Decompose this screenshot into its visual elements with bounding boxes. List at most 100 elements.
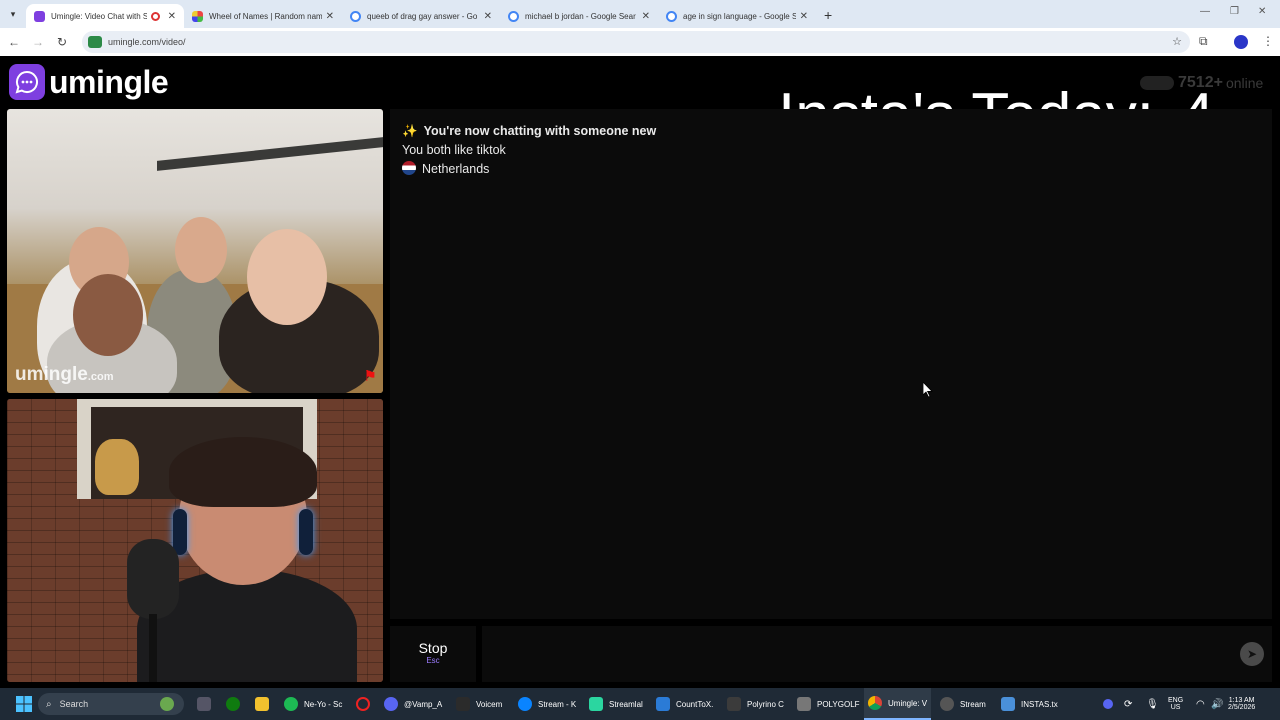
file-explorer-icon[interactable] bbox=[251, 688, 279, 720]
xbox-icon[interactable] bbox=[222, 688, 250, 720]
mouse-cursor-icon bbox=[923, 382, 933, 398]
pen-icon bbox=[727, 697, 741, 711]
volume-icon[interactable]: 🔊 bbox=[1211, 688, 1223, 720]
tab-title: Wheel of Names | Random nam bbox=[209, 11, 322, 21]
stop-label: Stop bbox=[418, 640, 448, 656]
url-text: umingle.com/video/ bbox=[108, 37, 186, 47]
taskbar-app-obs[interactable]: Stream bbox=[936, 688, 990, 720]
wifi-icon[interactable]: ◠ bbox=[1196, 688, 1205, 720]
app-label: Ne-Yo - Sc bbox=[304, 699, 343, 709]
taskbar-app-chrome[interactable]: Umingle: V bbox=[864, 688, 932, 720]
stranger-video: umingle.com ⚑ bbox=[7, 109, 383, 393]
report-flag-icon[interactable]: ⚑ bbox=[364, 367, 377, 385]
tab-google-search-1[interactable]: queeb of drag gay answer - Go ✕ bbox=[342, 4, 500, 28]
extensions-icon[interactable]: ⧉ bbox=[1199, 34, 1208, 49]
back-icon[interactable]: ← bbox=[2, 35, 26, 49]
app-label: Voicem bbox=[476, 699, 503, 709]
taskbar-app-edge[interactable]: Stream - K bbox=[514, 688, 580, 720]
chat-bubble-icon bbox=[15, 70, 38, 94]
site-logo-text[interactable]: umingle bbox=[49, 64, 169, 101]
menu-icon[interactable]: ⋮ bbox=[1262, 34, 1274, 48]
notepad-icon bbox=[1001, 697, 1015, 711]
profile-avatar[interactable] bbox=[1234, 35, 1248, 49]
stop-button[interactable]: Stop Esc bbox=[390, 626, 476, 682]
message-input[interactable]: ➤ bbox=[482, 626, 1272, 682]
chat-system-message: ✨ You're now chatting with someone new bbox=[402, 124, 656, 139]
close-tab-icon[interactable]: ✕ bbox=[642, 11, 650, 22]
window-close-icon[interactable]: ✕ bbox=[1258, 6, 1266, 17]
tab-title: queeb of drag gay answer - Go bbox=[367, 11, 478, 21]
headphone-right-icon bbox=[299, 509, 313, 555]
app-label: POLYGOLF bbox=[817, 699, 860, 709]
app-label: Streamlal bbox=[609, 699, 643, 709]
address-bar[interactable]: umingle.com/video/ ☆ bbox=[82, 31, 1190, 53]
new-tab-icon[interactable]: + bbox=[824, 7, 832, 23]
taskbar-app-vscode[interactable]: CountToX. bbox=[652, 688, 717, 720]
chat-country: Netherlands bbox=[402, 161, 489, 176]
reload-icon[interactable]: ↻ bbox=[50, 35, 74, 49]
clock-time: 1:13 AM bbox=[1228, 697, 1255, 704]
task-view-icon[interactable] bbox=[193, 688, 221, 720]
microphone-tray-icon[interactable]: 🎙 bbox=[1146, 688, 1159, 720]
tab-google-search-2[interactable]: michael b jordan - Google Sear ✕ bbox=[500, 4, 658, 28]
watermark-suffix: .com bbox=[87, 371, 114, 383]
tab-title: michael b jordan - Google Sear bbox=[525, 11, 636, 21]
message-text: Netherlands bbox=[422, 162, 490, 176]
send-icon[interactable]: ➤ bbox=[1240, 642, 1264, 666]
microphone bbox=[127, 539, 179, 619]
site-info-icon[interactable] bbox=[88, 36, 102, 48]
google-favicon-icon bbox=[350, 10, 361, 22]
wheel-favicon-icon bbox=[192, 10, 203, 22]
umingle-logo-icon[interactable] bbox=[9, 64, 45, 100]
app-label: Polyrino C bbox=[747, 699, 784, 709]
voicemod-icon bbox=[456, 697, 470, 711]
tab-wheel-of-names[interactable]: Wheel of Names | Random nam ✕ bbox=[184, 4, 342, 28]
app-label: Umingle: V bbox=[888, 698, 928, 708]
forward-icon[interactable]: → bbox=[26, 35, 50, 49]
clock[interactable]: 1:13 AM 2/5/2026 bbox=[1228, 688, 1255, 720]
tab-title: Umingle: Video Chat with S bbox=[51, 11, 147, 21]
opera-icon[interactable] bbox=[352, 688, 380, 720]
watermark-text: umingle bbox=[15, 364, 88, 385]
language-indicator[interactable]: ENG US bbox=[1168, 688, 1183, 720]
recording-icon bbox=[150, 11, 160, 21]
taskbar-app-voicemod[interactable]: Voicem bbox=[452, 688, 506, 720]
sync-tray-icon[interactable]: ⟳ bbox=[1124, 688, 1132, 720]
bookmark-star-icon[interactable]: ☆ bbox=[1172, 35, 1182, 48]
restore-icon[interactable]: ❐ bbox=[1230, 6, 1239, 17]
search-label: Search bbox=[59, 699, 89, 709]
spotify-icon bbox=[284, 697, 298, 711]
close-tab-icon[interactable]: ✕ bbox=[168, 11, 176, 22]
tab-search-icon[interactable]: ▾ bbox=[4, 5, 22, 23]
self-video bbox=[7, 399, 383, 682]
taskbar-app-streamlabs[interactable]: Streamlal bbox=[585, 688, 647, 720]
close-tab-icon[interactable]: ✕ bbox=[800, 11, 808, 22]
minimize-icon[interactable]: — bbox=[1200, 6, 1210, 17]
browser-tab-bar: ▾ Umingle: Video Chat with S ✕ Wheel of … bbox=[0, 0, 1280, 28]
umingle-watermark: umingle.com bbox=[15, 364, 114, 386]
taskbar-app-discord[interactable]: @Vamp_A bbox=[380, 688, 446, 720]
streamlabs-icon bbox=[589, 697, 603, 711]
start-button[interactable] bbox=[12, 688, 36, 720]
app-label: CountToX. bbox=[676, 699, 714, 709]
taskbar-app-polygolf[interactable]: POLYGOLF bbox=[793, 688, 864, 720]
taskbar-app-spotify[interactable]: Ne-Yo - Sc bbox=[280, 688, 346, 720]
close-tab-icon[interactable]: ✕ bbox=[326, 11, 334, 22]
tab-umingle[interactable]: Umingle: Video Chat with S ✕ bbox=[26, 4, 184, 28]
tab-title: age in sign language - Google S bbox=[683, 11, 796, 21]
face bbox=[73, 274, 143, 356]
close-tab-icon[interactable]: ✕ bbox=[484, 11, 492, 22]
taskbar-app-text-file[interactable]: INSTAS.tx bbox=[997, 688, 1062, 720]
taskbar-search[interactable]: ⌕ Search bbox=[38, 693, 184, 715]
tab-google-search-3[interactable]: age in sign language - Google S ✕ bbox=[658, 4, 816, 28]
google-favicon-icon bbox=[666, 10, 677, 22]
taskbar-app-notepad[interactable]: Polyrino C bbox=[723, 688, 788, 720]
stop-shortcut-hint: Esc bbox=[426, 656, 440, 665]
app-label: Stream bbox=[960, 699, 986, 709]
edge-icon bbox=[518, 697, 532, 711]
app-label: Stream - K bbox=[538, 699, 577, 709]
browser-toolbar: ← → ↻ umingle.com/video/ ☆ bbox=[0, 28, 1280, 56]
lang-bottom: US bbox=[1170, 704, 1181, 711]
discord-tray-icon[interactable] bbox=[1103, 688, 1119, 720]
windows-taskbar: ⌕ Search Ne-Yo - Sc @Vamp_A Voicem Strea… bbox=[0, 688, 1280, 720]
